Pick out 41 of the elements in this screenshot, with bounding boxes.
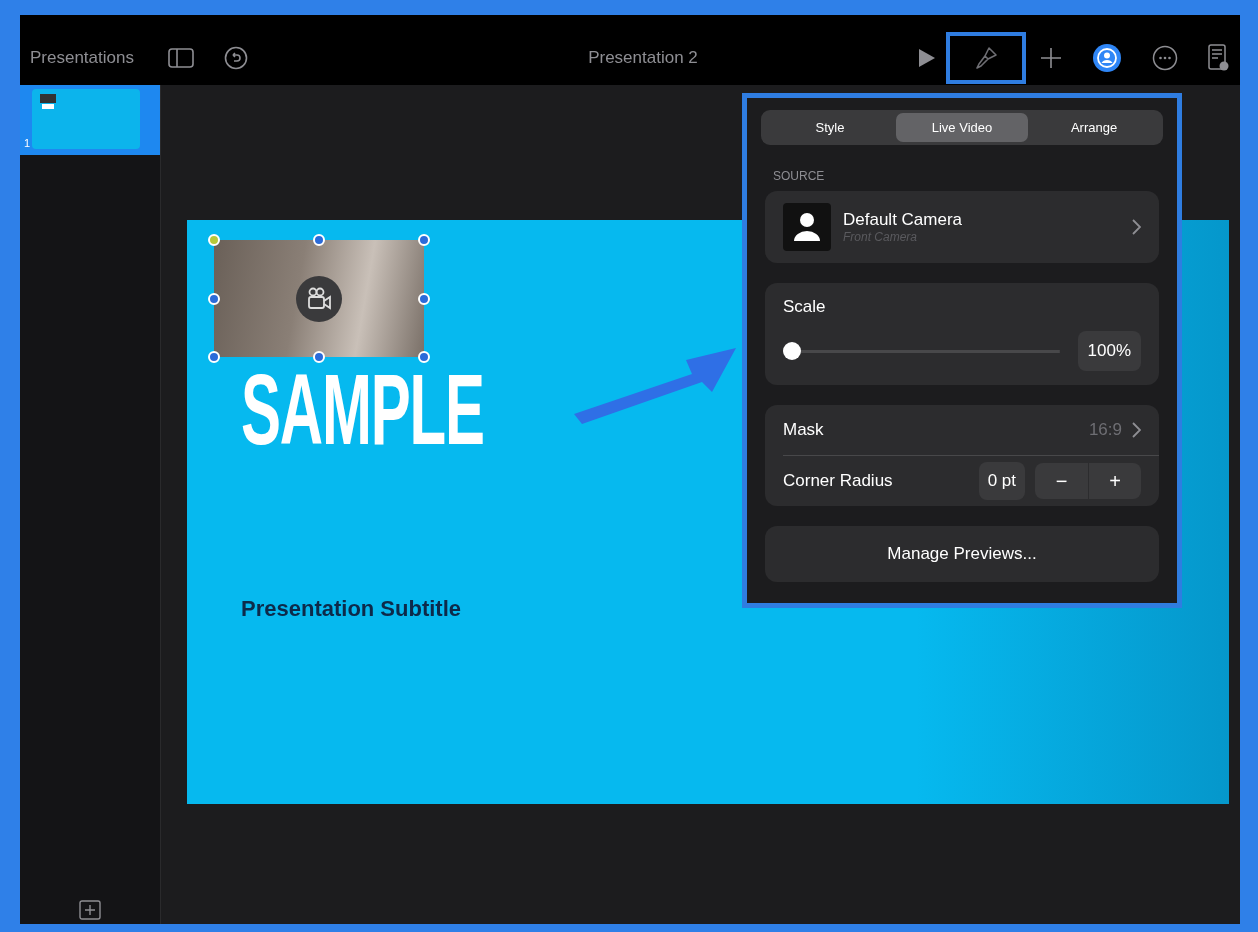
slide-subtitle: Presentation Subtitle	[241, 596, 462, 622]
manage-previews-button[interactable]: Manage Previews...	[765, 526, 1159, 582]
play-icon[interactable]	[918, 47, 936, 68]
collaboration-icon[interactable]	[1092, 42, 1122, 73]
format-button[interactable]	[946, 31, 1026, 84]
undo-icon[interactable]	[223, 45, 248, 70]
presentations-button[interactable]: Presentations	[30, 47, 134, 68]
document-icon[interactable]	[1208, 43, 1230, 72]
paintbrush-icon	[973, 44, 999, 71]
section-heading: SOURCE	[773, 169, 826, 183]
selection-handle[interactable]	[418, 351, 430, 363]
scale-label: Scale	[783, 297, 827, 317]
selection-handle[interactable]	[418, 234, 430, 246]
inspector-tab[interactable]: Live Video	[896, 113, 1028, 142]
selection-handle[interactable]	[208, 292, 220, 305]
video-camera-icon	[296, 275, 342, 322]
decrement-button[interactable]: −	[1035, 463, 1088, 499]
chevron-icon	[1132, 422, 1141, 438]
slide-number: 1	[24, 137, 31, 149]
mask-label: Mask	[783, 420, 825, 440]
sidebar-icon[interactable]	[167, 47, 194, 68]
more-icon[interactable]	[1152, 44, 1178, 71]
inspector-tab[interactable]: Arrange	[1028, 113, 1160, 142]
increment-button[interactable]: +	[1088, 463, 1141, 499]
slide-title: SAMPLE	[241, 362, 484, 457]
corner-radius-field[interactable]: 0 pt	[978, 462, 1025, 500]
selection-handle[interactable]	[208, 234, 220, 246]
plus-icon[interactable]	[1040, 46, 1062, 69]
inspector-tab[interactable]: Style	[764, 113, 896, 142]
person-icon	[783, 203, 831, 251]
camera-name: Default Camera	[843, 210, 964, 230]
video-preview-placeholder[interactable]	[214, 240, 424, 357]
slide-thumbnail-row[interactable]: 1	[20, 85, 160, 155]
chevron-icon	[1132, 219, 1141, 235]
scale-slider-thumb[interactable]	[783, 342, 801, 360]
selection-handle[interactable]	[208, 351, 220, 363]
add-slide-icon[interactable]	[79, 900, 101, 920]
document-title: Presentation 2	[587, 47, 699, 68]
corner-radius-label: Corner Radius	[783, 471, 894, 491]
selection-handle[interactable]	[313, 234, 325, 246]
scale-field[interactable]: 100%	[1077, 331, 1141, 371]
